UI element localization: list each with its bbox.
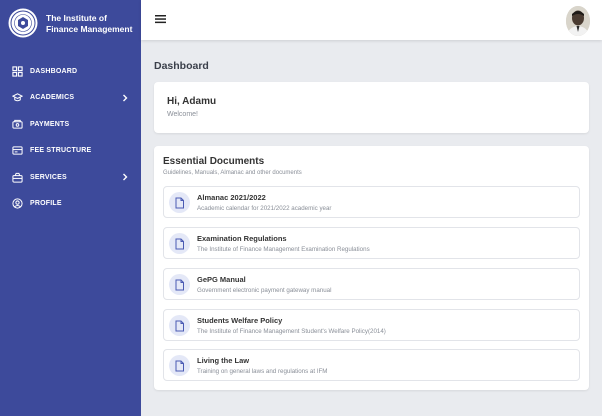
user-avatar[interactable]	[566, 6, 590, 36]
sidebar: The Institute of Finance Management DASH…	[0, 0, 141, 416]
documents-title: Essential Documents	[163, 156, 265, 167]
dashboard-icon	[12, 66, 23, 77]
sidebar-item-academics[interactable]: ACADEMICS	[0, 85, 141, 112]
profile-icon	[12, 198, 23, 209]
document-description: Training on general laws and regulations…	[197, 368, 328, 375]
document-icon	[175, 320, 184, 331]
chevron-right-icon	[123, 94, 128, 102]
sidebar-item-label: ACADEMICS	[30, 94, 75, 102]
sidebar-item-services[interactable]: SERVICES	[0, 164, 141, 191]
documents-subtitle: Guidelines, Manuals, Almanac and other d…	[163, 170, 302, 176]
sidebar-item-label: PAYMENTS	[30, 120, 70, 128]
fee-structure-icon	[12, 146, 23, 155]
document-description: The Institute of Finance Management Stud…	[197, 328, 386, 335]
document-icon-badge	[169, 192, 190, 213]
document-icon-badge	[169, 355, 190, 376]
document-title: Living the Law	[197, 356, 250, 365]
services-icon	[12, 172, 23, 183]
sidebar-item-label: PROFILE	[30, 200, 62, 208]
document-description: The Institute of Finance Management Exam…	[197, 246, 370, 253]
avatar-photo	[566, 6, 590, 36]
document-title: Almanac 2021/2022	[197, 193, 266, 202]
essential-documents-card: Essential Documents Guidelines, Manuals,…	[154, 146, 589, 390]
document-item[interactable]: Students Welfare Policy The Institute of…	[163, 309, 580, 341]
document-icon	[175, 279, 184, 290]
document-icon	[175, 238, 184, 249]
sidebar-item-label: SERVICES	[30, 173, 67, 181]
sidebar-item-dashboard[interactable]: DASHBOARD	[0, 58, 141, 85]
topbar	[141, 0, 602, 40]
document-title: Examination Regulations	[197, 234, 287, 243]
document-icon-badge	[169, 315, 190, 336]
sidebar-item-label: DASHBOARD	[30, 67, 78, 75]
document-item[interactable]: Almanac 2021/2022 Academic calendar for …	[163, 186, 580, 218]
document-icon-badge	[169, 233, 190, 254]
document-item[interactable]: Examination Regulations The Institute of…	[163, 227, 580, 259]
sidebar-item-label: FEE STRUCTURE	[30, 147, 92, 155]
brand-name: The Institute of Finance Management	[46, 13, 133, 34]
hamburger-icon[interactable]	[155, 13, 166, 25]
document-title: Students Welfare Policy	[197, 316, 283, 325]
sidebar-item-payments[interactable]: PAYMENTS	[0, 111, 141, 138]
sidebar-item-fee-structure[interactable]: FEE STRUCTURE	[0, 138, 141, 165]
greeting: Hi, Adamu	[167, 96, 217, 107]
document-description: Academic calendar for 2021/2022 academic…	[197, 205, 332, 212]
brand[interactable]: The Institute of Finance Management	[0, 0, 141, 50]
document-title: GePG Manual	[197, 275, 246, 284]
sidebar-nav: DASHBOARD ACADEMICS PAYMENTS FEE STRUCTU…	[0, 58, 141, 217]
sidebar-item-profile[interactable]: PROFILE	[0, 191, 141, 218]
document-item[interactable]: GePG Manual Government electronic paymen…	[163, 268, 580, 300]
document-icon	[175, 360, 184, 371]
document-description: Government electronic payment gateway ma…	[197, 287, 332, 294]
document-item[interactable]: Living the Law Training on general laws …	[163, 349, 580, 381]
document-icon-badge	[169, 274, 190, 295]
payments-icon	[12, 119, 23, 129]
graduation-cap-icon	[12, 93, 23, 102]
chevron-right-icon	[123, 173, 128, 181]
ifm-seal-logo	[8, 8, 38, 38]
welcome-card: Hi, Adamu Welcome!	[154, 82, 589, 133]
page-title: Dashboard	[154, 60, 209, 72]
welcome-message: Welcome!	[167, 111, 198, 118]
document-icon	[175, 197, 184, 208]
